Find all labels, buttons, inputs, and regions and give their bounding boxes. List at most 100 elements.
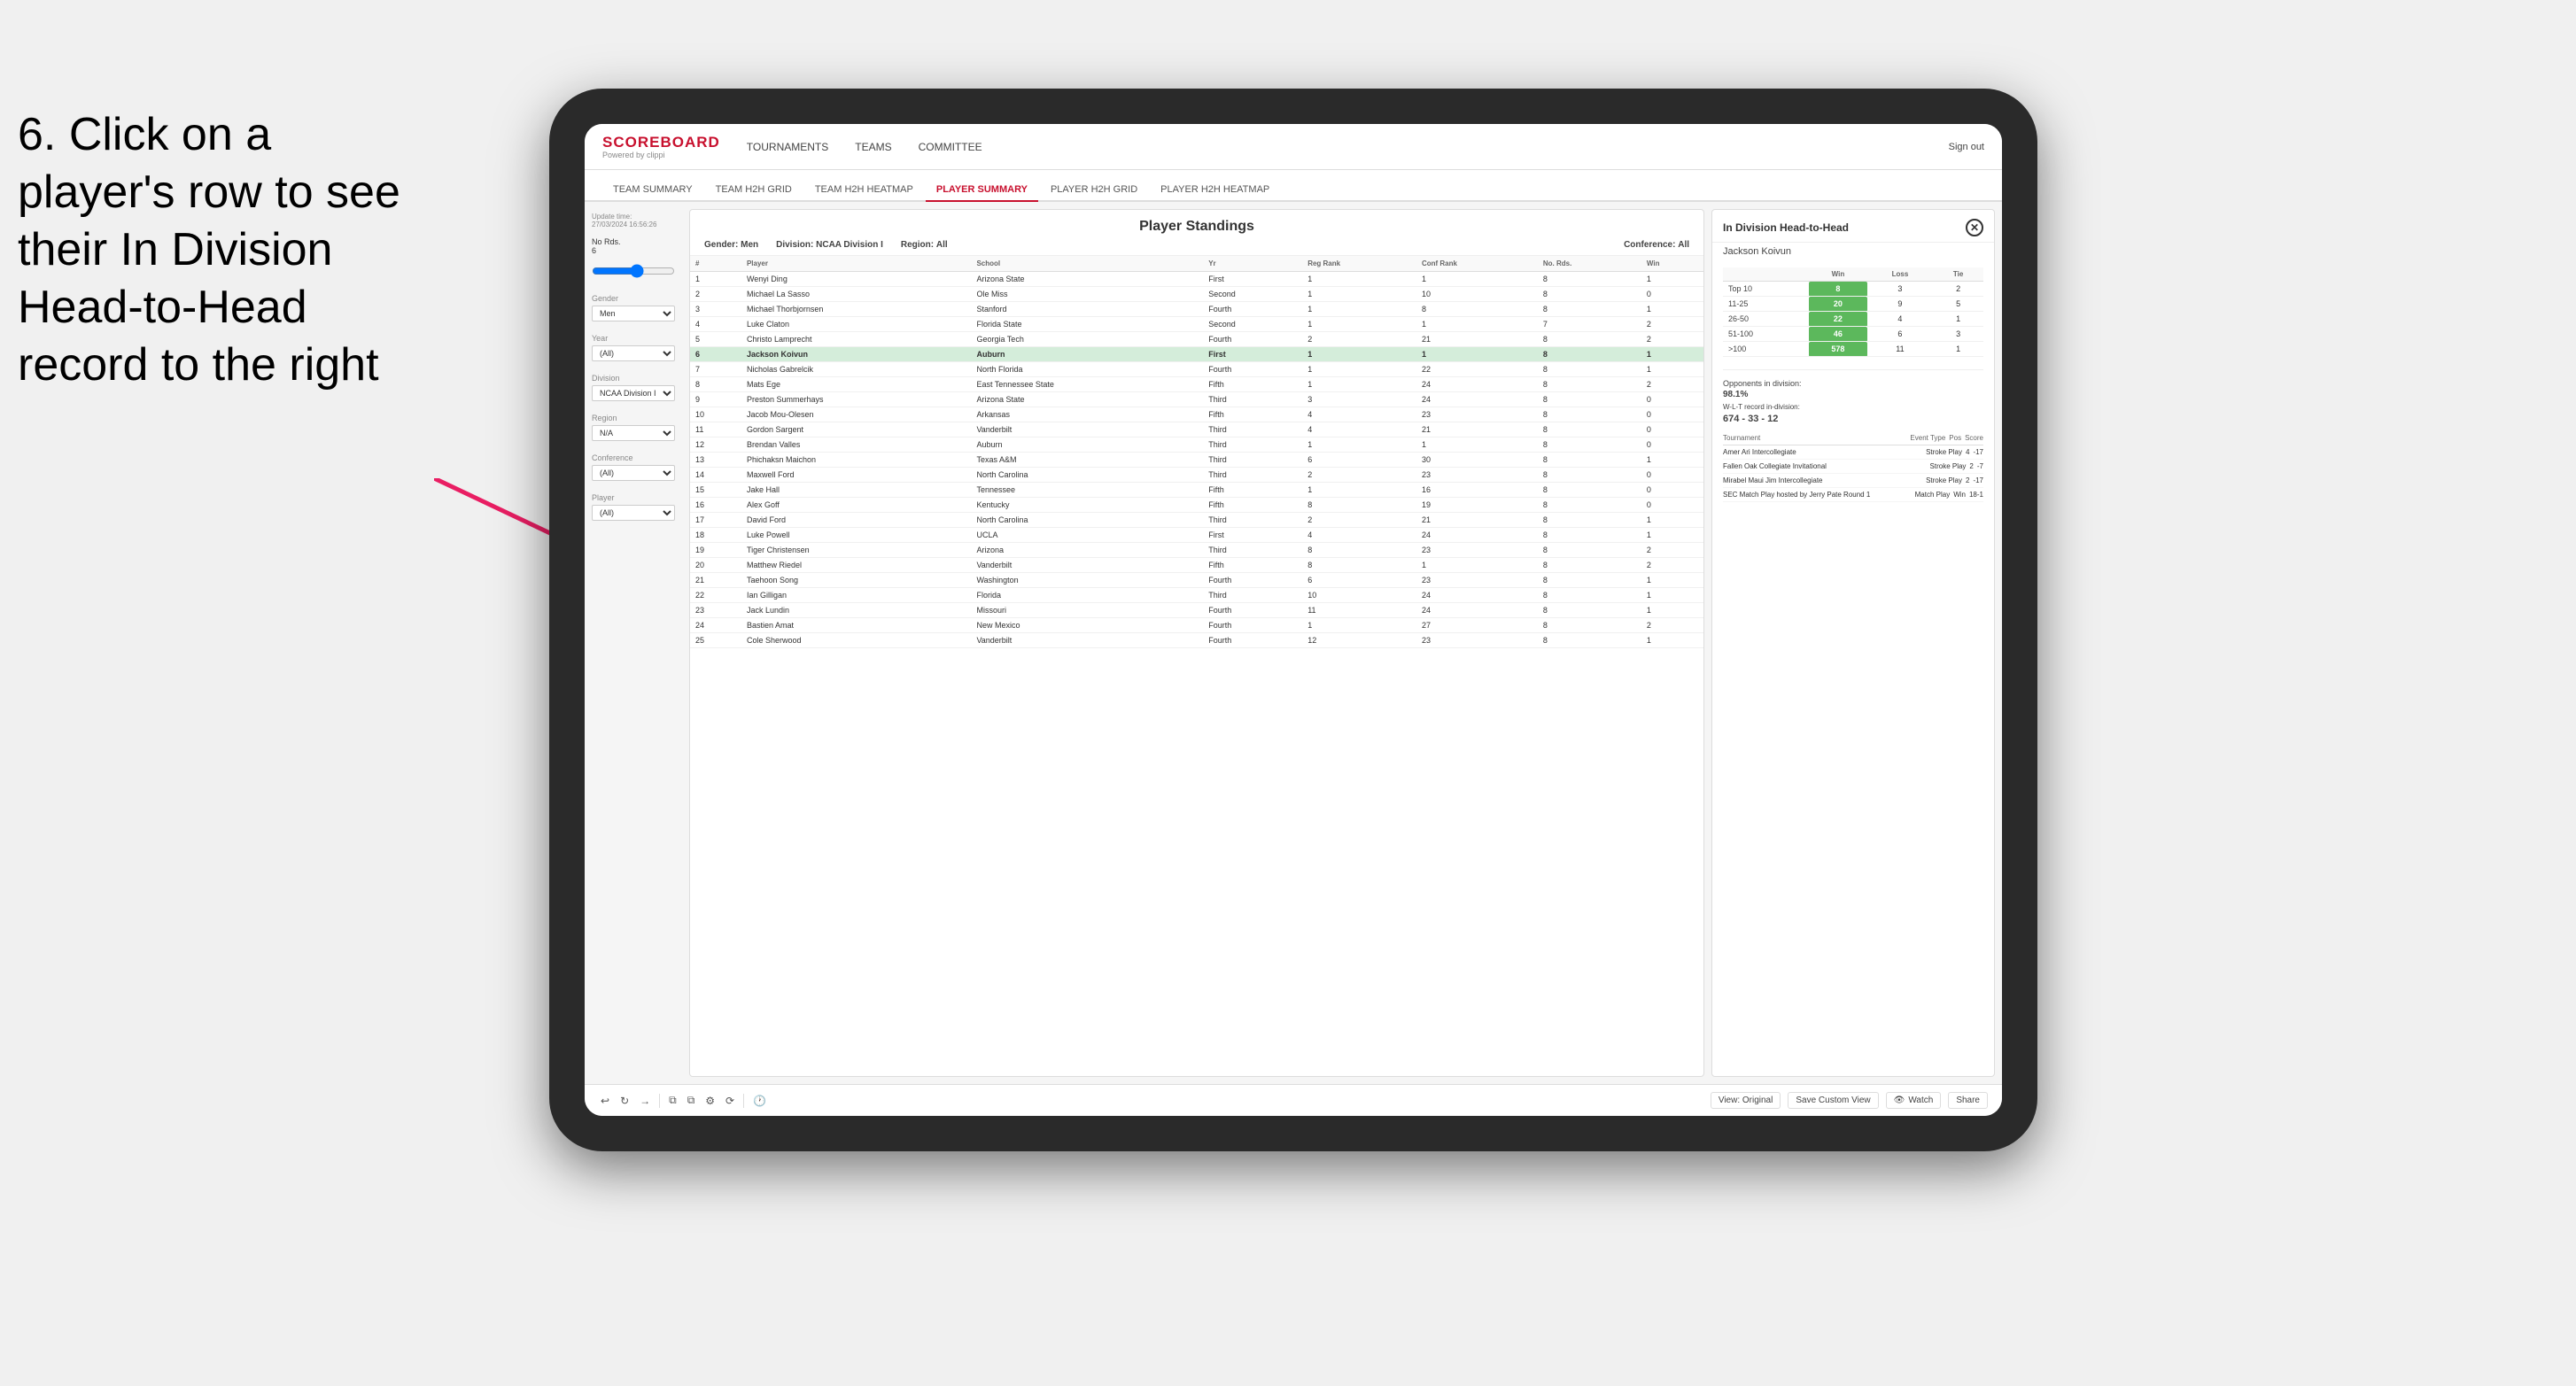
clock-icon[interactable]: 🕐 bbox=[751, 1093, 768, 1109]
share-button[interactable]: Share bbox=[1948, 1092, 1988, 1109]
filter-conference: Conference: All bbox=[1624, 240, 1689, 250]
h2h-col-loss: Loss bbox=[1867, 267, 1933, 282]
table-row[interactable]: 15 Jake Hall Tennessee Fifth 1 16 8 0 bbox=[690, 483, 1703, 498]
table-row[interactable]: 8 Mats Ege East Tennessee State Fifth 1 … bbox=[690, 377, 1703, 392]
table-row[interactable]: 13 Phichaksn Maichon Texas A&M Third 6 3… bbox=[690, 453, 1703, 468]
h2h-tournaments-body: Amer Ari Intercollegiate Stroke Play 4 -… bbox=[1723, 445, 1983, 502]
rounds-slider[interactable] bbox=[592, 264, 675, 278]
h2h-stat-row: Top 10 8 3 2 bbox=[1723, 282, 1983, 297]
tab-player-h2h-grid[interactable]: PLAYER H2H GRID bbox=[1040, 179, 1148, 202]
h2h-close-button[interactable]: ✕ bbox=[1966, 219, 1983, 236]
table-row[interactable]: 3 Michael Thorbjornsen Stanford Fourth 1… bbox=[690, 302, 1703, 317]
h2h-stat-row: >100 578 11 1 bbox=[1723, 342, 1983, 357]
table-row[interactable]: 17 David Ford North Carolina Third 2 21 … bbox=[690, 513, 1703, 528]
cell-yr: Fifth bbox=[1203, 498, 1302, 513]
cell-player: Jackson Koivun bbox=[741, 347, 971, 362]
table-row[interactable]: 23 Jack Lundin Missouri Fourth 11 24 8 1 bbox=[690, 603, 1703, 618]
cell-rds: 8 bbox=[1538, 543, 1641, 558]
table-row[interactable]: 6 Jackson Koivun Auburn First 1 1 8 1 bbox=[690, 347, 1703, 362]
division-select[interactable]: NCAA Division I bbox=[592, 385, 675, 401]
cell-yr: Fourth bbox=[1203, 618, 1302, 633]
h2h-table-header: Win Loss Tie bbox=[1723, 267, 1983, 282]
undo-icon[interactable]: ↩ bbox=[599, 1093, 611, 1109]
sign-out-link[interactable]: Sign out bbox=[1949, 142, 1984, 152]
cell-reg: 8 bbox=[1302, 543, 1416, 558]
nav-tournaments[interactable]: TOURNAMENTS bbox=[747, 137, 828, 157]
col-tournament: Tournament bbox=[1723, 434, 1906, 442]
table-row[interactable]: 12 Brendan Valles Auburn Third 1 1 8 0 bbox=[690, 437, 1703, 453]
table-row[interactable]: 2 Michael La Sasso Ole Miss Second 1 10 … bbox=[690, 287, 1703, 302]
cell-player: Mats Ege bbox=[741, 377, 971, 392]
h2h-tournament-row: Fallen Oak Collegiate Invitational Strok… bbox=[1723, 460, 1983, 474]
tab-team-summary[interactable]: TEAM SUMMARY bbox=[602, 179, 703, 202]
sub-nav: TEAM SUMMARY TEAM H2H GRID TEAM H2H HEAT… bbox=[585, 170, 2002, 202]
cell-yr: Fourth bbox=[1203, 362, 1302, 377]
table-row[interactable]: 25 Cole Sherwood Vanderbilt Fourth 12 23… bbox=[690, 633, 1703, 648]
region-select[interactable]: N/A bbox=[592, 425, 675, 441]
table-row[interactable]: 1 Wenyi Ding Arizona State First 1 1 8 1 bbox=[690, 272, 1703, 287]
h2h-player-name: Jackson Koivun bbox=[1712, 243, 1994, 260]
nav-teams[interactable]: TEAMS bbox=[855, 137, 891, 157]
cell-conf: 23 bbox=[1416, 573, 1538, 588]
redo-icon[interactable]: ↻ bbox=[618, 1093, 631, 1109]
nav-committee[interactable]: COMMITTEE bbox=[919, 137, 982, 157]
player-select[interactable]: (All) bbox=[592, 505, 675, 521]
cell-yr: Second bbox=[1203, 287, 1302, 302]
h2h-range: Top 10 bbox=[1723, 282, 1809, 297]
table-row[interactable]: 16 Alex Goff Kentucky Fifth 8 19 8 0 bbox=[690, 498, 1703, 513]
h2h-range: 51-100 bbox=[1723, 327, 1809, 342]
cell-win: 2 bbox=[1641, 317, 1703, 332]
h2h-tie: 5 bbox=[1933, 297, 1983, 312]
conference-select[interactable]: (All) bbox=[592, 465, 675, 481]
cell-school: Kentucky bbox=[971, 498, 1203, 513]
settings-icon[interactable]: ⚙ bbox=[703, 1093, 717, 1109]
cell-yr: Fourth bbox=[1203, 603, 1302, 618]
cell-yr: Fifth bbox=[1203, 407, 1302, 422]
cell-num: 10 bbox=[690, 407, 741, 422]
cell-rds: 8 bbox=[1538, 392, 1641, 407]
cell-num: 7 bbox=[690, 362, 741, 377]
cell-player: Brendan Valles bbox=[741, 437, 971, 453]
cell-school: Texas A&M bbox=[971, 453, 1203, 468]
table-row[interactable]: 14 Maxwell Ford North Carolina Third 2 2… bbox=[690, 468, 1703, 483]
tournament-score: -17 bbox=[1973, 476, 1983, 484]
tab-team-h2h-heatmap[interactable]: TEAM H2H HEATMAP bbox=[804, 179, 924, 202]
tab-player-summary[interactable]: PLAYER SUMMARY bbox=[926, 179, 1038, 202]
watch-button[interactable]: 👁 Watch bbox=[1886, 1092, 1942, 1109]
tab-team-h2h-grid[interactable]: TEAM H2H GRID bbox=[705, 179, 803, 202]
cell-win: 2 bbox=[1641, 558, 1703, 573]
cell-school: Florida bbox=[971, 588, 1203, 603]
refresh-icon[interactable]: ⟳ bbox=[724, 1093, 736, 1109]
view-original-button[interactable]: View: Original bbox=[1711, 1092, 1781, 1109]
table-row[interactable]: 19 Tiger Christensen Arizona Third 8 23 … bbox=[690, 543, 1703, 558]
cell-rds: 8 bbox=[1538, 633, 1641, 648]
h2h-tournament-row: Amer Ari Intercollegiate Stroke Play 4 -… bbox=[1723, 445, 1983, 460]
cell-win: 2 bbox=[1641, 618, 1703, 633]
year-select[interactable]: (All) bbox=[592, 345, 675, 361]
h2h-win: 20 bbox=[1809, 297, 1867, 312]
tab-player-h2h-heatmap[interactable]: PLAYER H2H HEATMAP bbox=[1150, 179, 1280, 202]
table-row[interactable]: 10 Jacob Mou-Olesen Arkansas Fifth 4 23 … bbox=[690, 407, 1703, 422]
cell-rds: 8 bbox=[1538, 437, 1641, 453]
table-row[interactable]: 20 Matthew Riedel Vanderbilt Fifth 8 1 8… bbox=[690, 558, 1703, 573]
cell-yr: First bbox=[1203, 528, 1302, 543]
cell-reg: 12 bbox=[1302, 633, 1416, 648]
table-row[interactable]: 5 Christo Lamprecht Georgia Tech Fourth … bbox=[690, 332, 1703, 347]
cell-player: David Ford bbox=[741, 513, 971, 528]
gender-select[interactable]: Men bbox=[592, 306, 675, 321]
table-row[interactable]: 22 Ian Gilligan Florida Third 10 24 8 1 bbox=[690, 588, 1703, 603]
table-row[interactable]: 21 Taehoon Song Washington Fourth 6 23 8… bbox=[690, 573, 1703, 588]
table-row[interactable]: 11 Gordon Sargent Vanderbilt Third 4 21 … bbox=[690, 422, 1703, 437]
cell-yr: Third bbox=[1203, 392, 1302, 407]
table-row[interactable]: 9 Preston Summerhays Arizona State Third… bbox=[690, 392, 1703, 407]
save-custom-button[interactable]: Save Custom View bbox=[1788, 1092, 1878, 1109]
table-row[interactable]: 4 Luke Claton Florida State Second 1 1 7… bbox=[690, 317, 1703, 332]
forward-icon[interactable]: → bbox=[638, 1093, 652, 1109]
watch-label: Watch bbox=[1908, 1096, 1933, 1105]
copy-icon[interactable]: ⧉ bbox=[667, 1092, 679, 1109]
table-row[interactable]: 24 Bastien Amat New Mexico Fourth 1 27 8… bbox=[690, 618, 1703, 633]
cell-yr: Fourth bbox=[1203, 633, 1302, 648]
paste-icon[interactable]: ⧉ bbox=[686, 1092, 697, 1109]
table-row[interactable]: 18 Luke Powell UCLA First 4 24 8 1 bbox=[690, 528, 1703, 543]
table-row[interactable]: 7 Nicholas Gabrelcik North Florida Fourt… bbox=[690, 362, 1703, 377]
